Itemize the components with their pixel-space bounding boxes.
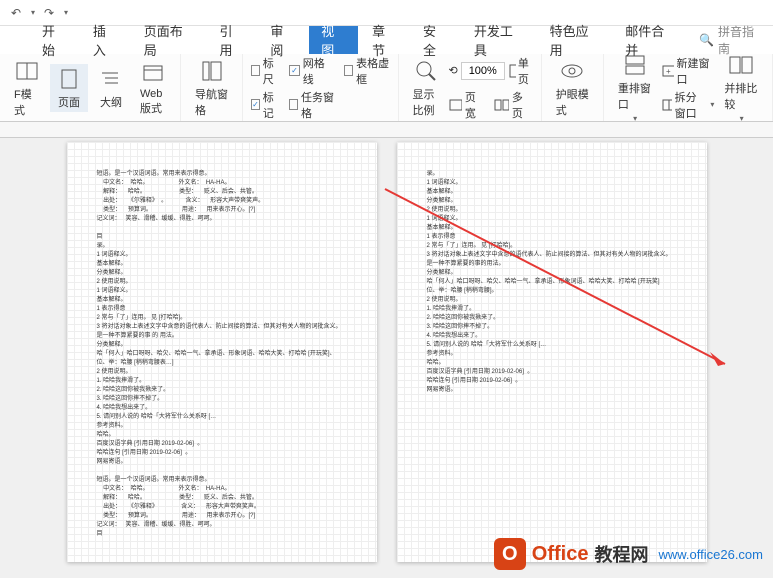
- horizontal-ruler[interactable]: [0, 122, 773, 138]
- menu-featured[interactable]: 特色应用: [538, 26, 612, 54]
- menu-developer[interactable]: 开发工具: [462, 26, 536, 54]
- nav-pane-icon: [199, 58, 225, 84]
- page-2[interactable]: 录。 1 词语释义。 基本解释。 分类解释。 2 使用说明。 1 词语释义。 基…: [397, 142, 707, 562]
- qat-customize-icon[interactable]: ▾: [64, 8, 68, 17]
- page-view-button[interactable]: 页面: [50, 64, 88, 112]
- checkbox-icon: [251, 65, 260, 76]
- mark-checkbox[interactable]: ✓标记: [251, 89, 279, 121]
- watermark-url: www.office26.com: [658, 547, 763, 562]
- read-mode-button[interactable]: F模式: [8, 56, 46, 120]
- group-window: 重排窗口▾ +新建窗口 拆分窗口▾ 并排比较▾: [604, 54, 773, 121]
- checkbox-icon: ✓: [251, 99, 260, 110]
- read-mode-label: F模式: [14, 86, 40, 118]
- zoom-value-input[interactable]: [461, 62, 505, 80]
- eye-mode-button[interactable]: 护眼模式: [550, 56, 595, 120]
- magnifier-icon: [413, 58, 439, 84]
- web-view-label: Web版式: [140, 88, 166, 116]
- ruler-checkbox[interactable]: 标尺: [251, 55, 279, 87]
- undo-dropdown-icon[interactable]: ▾: [31, 8, 35, 17]
- split-window-button[interactable]: 拆分窗口▾: [662, 89, 715, 121]
- watermark-brand1: Office: [532, 543, 589, 566]
- rearrange-label: 重排窗口: [618, 80, 652, 112]
- menu-view[interactable]: 视图: [309, 26, 358, 54]
- outline-view-button[interactable]: 大纲: [92, 64, 130, 112]
- side-by-side-label: 并排比较: [724, 80, 758, 112]
- task-pane-checkbox[interactable]: 任务窗格: [289, 89, 334, 121]
- group-nav-pane: 导航窗格: [181, 54, 243, 121]
- menu-page-layout[interactable]: 页面布局: [132, 26, 206, 54]
- web-view-icon: [140, 60, 166, 86]
- watermark: O Office教程网 www.office26.com: [494, 538, 763, 570]
- read-mode-icon: [14, 58, 40, 84]
- search-icon: 🔍: [699, 33, 714, 47]
- group-eye-mode: 护眼模式: [542, 54, 604, 121]
- eye-mode-label: 护眼模式: [556, 86, 589, 118]
- multi-page-button[interactable]: 多页: [494, 89, 533, 121]
- rearrange-icon: [622, 52, 648, 78]
- office-logo-icon: O: [494, 538, 526, 570]
- menu-sections[interactable]: 章节: [360, 26, 409, 54]
- menu-insert[interactable]: 插入: [81, 26, 130, 54]
- rearrange-window-button[interactable]: 重排窗口▾: [612, 50, 658, 125]
- checkbox-icon: ✓: [289, 65, 300, 76]
- group-show-checks: 标尺 ✓标记 ✓网格线 任务窗格 表格虚框: [243, 54, 398, 121]
- one-page-button[interactable]: 单页: [508, 55, 533, 87]
- show-scale-button[interactable]: 显示比例: [407, 56, 445, 120]
- outline-icon: [98, 66, 124, 92]
- redo-icon[interactable]: ↷: [41, 5, 57, 21]
- table-virtual-checkbox[interactable]: 表格虚框: [344, 55, 389, 87]
- gridlines-checkbox[interactable]: ✓网格线: [289, 55, 334, 87]
- menu-references[interactable]: 引用: [207, 26, 256, 54]
- zoom-reset-icon[interactable]: ⟲: [449, 64, 458, 77]
- nav-pane-button[interactable]: 导航窗格: [189, 56, 234, 120]
- page-2-content: 录。 1 词语释义。 基本解释。 分类解释。 2 使用说明。 1 词语释义。 基…: [427, 170, 677, 395]
- page-1[interactable]: 短语。是一个汉语词语。常用来表示得意。 中文名： 哈哈。 外文名： HA-HA。…: [67, 142, 377, 562]
- page-width-button[interactable]: 页宽: [449, 89, 486, 121]
- ribbon: F模式 页面 大纲 Web版式 导航窗格 标尺 ✓标记 ✓网格线: [0, 54, 773, 122]
- outline-view-label: 大纲: [100, 94, 122, 110]
- menu-start[interactable]: 开始: [30, 26, 79, 54]
- group-view-modes: F模式 页面 大纲 Web版式: [0, 54, 181, 121]
- new-window-button[interactable]: +新建窗口: [662, 55, 715, 87]
- menu-review[interactable]: 审阅: [258, 26, 307, 54]
- undo-icon[interactable]: ↶: [8, 5, 24, 21]
- menu-security[interactable]: 安全: [411, 26, 460, 54]
- checkbox-icon: [289, 99, 298, 110]
- page-1-content: 短语。是一个汉语词语。常用来表示得意。 中文名： 哈哈。 外文名： HA-HA。…: [97, 170, 347, 539]
- group-zoom: 显示比例 ⟲ 单页 页宽 多页: [399, 54, 542, 121]
- svg-text:+: +: [666, 67, 671, 76]
- eye-icon: [559, 58, 585, 84]
- nav-pane-label: 导航窗格: [195, 86, 228, 118]
- document-area[interactable]: 短语。是一个汉语词语。常用来表示得意。 中文名： 哈哈。 外文名： HA-HA。…: [0, 122, 773, 578]
- web-view-button[interactable]: Web版式: [134, 58, 172, 118]
- show-scale-label: 显示比例: [413, 86, 439, 118]
- checkbox-icon: [344, 65, 353, 76]
- page-view-icon: [56, 66, 82, 92]
- chevron-down-icon: ▾: [710, 100, 714, 109]
- side-by-side-icon: [728, 52, 754, 78]
- side-by-side-button[interactable]: 并排比较▾: [718, 50, 764, 125]
- watermark-brand2: 教程网: [594, 541, 648, 567]
- page-view-label: 页面: [58, 94, 80, 110]
